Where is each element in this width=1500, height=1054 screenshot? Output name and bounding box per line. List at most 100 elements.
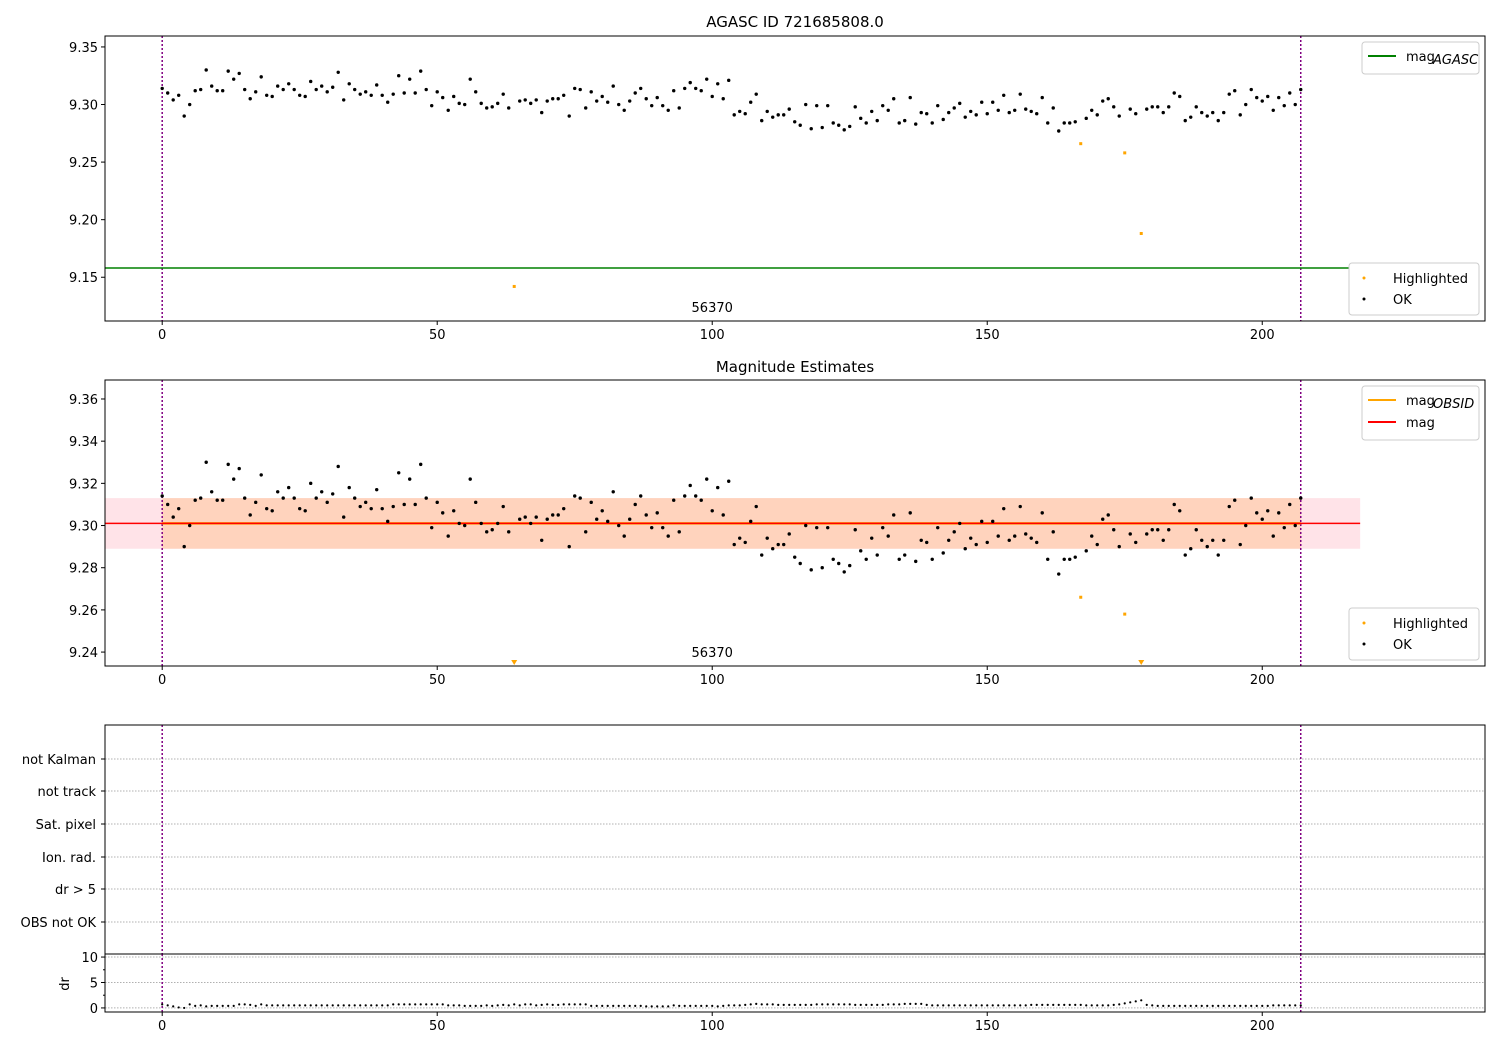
- ok-point: [771, 115, 775, 119]
- ok-point: [177, 506, 181, 511]
- dr-point: [298, 1004, 301, 1007]
- ok-point: [694, 86, 698, 91]
- ok-point: [1134, 540, 1138, 545]
- dr-point: [216, 1004, 219, 1007]
- ok-point: [193, 498, 197, 502]
- ok-point: [1007, 110, 1011, 115]
- out-of-range-marker: [1138, 660, 1145, 665]
- ok-point: [446, 534, 450, 538]
- ok-point: [672, 498, 676, 502]
- ok-point: [1150, 528, 1154, 532]
- ok-point: [925, 112, 929, 116]
- dr-point: [672, 1004, 675, 1007]
- ok-point: [1051, 106, 1055, 110]
- ok-point: [375, 487, 379, 492]
- ok-point: [430, 525, 434, 530]
- ok-point: [446, 108, 450, 112]
- ok-point: [1062, 557, 1066, 561]
- ok-point: [732, 542, 736, 547]
- dr-point: [606, 1004, 609, 1007]
- ok-point: [1200, 538, 1204, 542]
- legend-label: mag: [1406, 394, 1435, 409]
- ok-point: [496, 521, 500, 526]
- dr-point: [568, 1003, 571, 1006]
- dr-point: [854, 1003, 857, 1006]
- ok-point: [831, 557, 835, 561]
- ok-point: [556, 97, 560, 101]
- dr-point: [1299, 1004, 1302, 1007]
- ok-point: [490, 528, 494, 532]
- flag-label: not track: [37, 785, 96, 800]
- dr-point: [1008, 1004, 1011, 1007]
- ok-point: [215, 498, 219, 502]
- ok-point: [870, 109, 874, 114]
- ok-point: [776, 542, 780, 547]
- ok-point: [1002, 506, 1006, 511]
- dr-point: [414, 1003, 417, 1006]
- ok-point: [897, 121, 901, 125]
- ok-point: [672, 88, 676, 93]
- ok-point: [171, 98, 175, 102]
- ok-point: [1238, 542, 1242, 547]
- ok-point: [166, 502, 170, 507]
- ok-point: [1106, 97, 1110, 101]
- dr-point: [309, 1004, 312, 1007]
- dr-point: [573, 1003, 576, 1006]
- ok-point: [1117, 544, 1121, 549]
- ok-point: [628, 517, 632, 521]
- ok-point: [644, 97, 648, 101]
- ok-point: [578, 87, 582, 92]
- ok-point: [1029, 109, 1033, 114]
- dr-point: [485, 1004, 488, 1007]
- ok-point: [199, 87, 203, 92]
- x-tick-label: 100: [700, 1019, 725, 1034]
- ok-point: [457, 521, 461, 526]
- dr-point: [463, 1004, 466, 1007]
- ok-point: [820, 566, 824, 570]
- dr-point: [1250, 1004, 1253, 1007]
- highlighted-point: [1079, 142, 1083, 146]
- ok-point: [1227, 504, 1231, 509]
- dr-point: [436, 1003, 439, 1006]
- ok-point: [1073, 120, 1077, 124]
- ok-point: [325, 500, 329, 505]
- dr-point: [1140, 999, 1143, 1002]
- ok-point: [1134, 112, 1138, 116]
- ok-point: [463, 102, 467, 107]
- ok-point: [974, 113, 978, 117]
- ok-point: [710, 509, 714, 513]
- dr-point: [920, 1002, 923, 1005]
- ok-point: [468, 77, 472, 81]
- x-tick-label: 50: [429, 1019, 446, 1034]
- dr-point: [1178, 1004, 1181, 1007]
- ok-point: [430, 103, 434, 108]
- ok-point: [529, 101, 533, 106]
- ok-point: [837, 561, 841, 566]
- ok-point: [358, 92, 362, 96]
- dr-point: [227, 1004, 230, 1007]
- dr-point: [942, 1004, 945, 1007]
- dr-point: [975, 1004, 978, 1007]
- ok-point: [364, 90, 368, 94]
- ok-point: [655, 95, 659, 100]
- dr-point: [491, 1004, 494, 1007]
- dr-point: [980, 1004, 983, 1007]
- ok-point: [996, 534, 1000, 538]
- ok-point: [419, 69, 423, 73]
- ok-point: [540, 110, 544, 115]
- dr-point: [859, 1003, 862, 1006]
- x-tick-label: 150: [975, 1019, 1000, 1034]
- dr-point: [1288, 1004, 1291, 1007]
- ok-point: [567, 114, 571, 118]
- y-tick-label: 9.15: [69, 271, 98, 286]
- ok-point: [677, 530, 681, 534]
- ok-point: [303, 94, 307, 99]
- ok-point: [1222, 538, 1226, 542]
- ok-point: [1167, 528, 1171, 532]
- ok-point: [545, 517, 549, 521]
- ok-point: [545, 99, 549, 103]
- ok-point: [1145, 532, 1149, 536]
- ok-point: [881, 525, 885, 530]
- ok-point: [1299, 496, 1303, 500]
- dr-point: [843, 1003, 846, 1006]
